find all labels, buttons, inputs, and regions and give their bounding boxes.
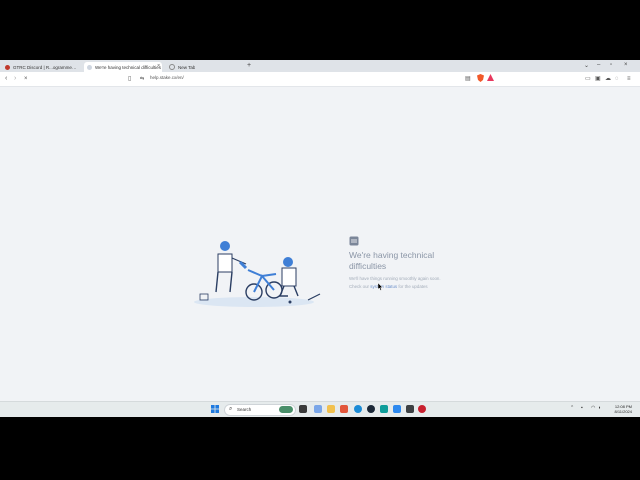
- browser-toolbar: ‹ › × ▯ ⇆ help.stake.cx/en/ ▤ ▭ ▣ ☁ ◌ ≡: [0, 72, 640, 87]
- mouse-cursor-icon: [377, 283, 383, 291]
- forward-icon[interactable]: ›: [14, 74, 16, 84]
- close-window-icon[interactable]: ×: [624, 62, 628, 68]
- stop-icon[interactable]: ×: [24, 74, 28, 84]
- wallet-icon[interactable]: ▣: [595, 74, 601, 84]
- status-prefix: Check our: [349, 284, 370, 289]
- maximize-icon[interactable]: ▫: [610, 62, 612, 68]
- new-tab-favicon-icon: [169, 64, 175, 70]
- screen: GTRC Discord | R...ogrammed | Coursera W…: [0, 60, 640, 417]
- system-status-link[interactable]: system status: [370, 284, 397, 289]
- tab-label: We're having technical difficulties: [95, 64, 161, 70]
- bike-repair-illustration: [194, 241, 321, 307]
- tab-label: GTRC Discord | R...ogrammed | Coursera: [13, 64, 78, 70]
- search-label: Search: [237, 407, 252, 412]
- tab-coursera[interactable]: GTRC Discord | R...ogrammed | Coursera: [2, 62, 78, 72]
- tab-strip: GTRC Discord | R...ogrammed | Coursera W…: [0, 60, 640, 72]
- tab-new-tab[interactable]: New Tab: [166, 62, 242, 72]
- reader-icon[interactable]: ▤: [465, 74, 471, 84]
- task-view-icon[interactable]: [299, 405, 307, 413]
- edge-icon[interactable]: [354, 405, 362, 413]
- volume-icon[interactable]: ◗: [598, 405, 601, 411]
- red-app-icon[interactable]: [418, 405, 426, 413]
- close-tab-icon[interactable]: ×: [157, 63, 160, 69]
- page-subtext: We'll have things running smoothly again…: [349, 276, 441, 281]
- terminal-icon[interactable]: [406, 405, 414, 413]
- minimize-icon[interactable]: –: [597, 62, 600, 68]
- taskbar-clock[interactable]: 12:08 PM 8/11/2024: [604, 404, 633, 414]
- page-content: We're having technical difficulties We'l…: [0, 87, 640, 401]
- new-tab-button[interactable]: +: [247, 62, 251, 69]
- page-heading: We're having technical difficulties: [349, 250, 435, 271]
- copilot-icon[interactable]: [314, 405, 322, 413]
- sidebar-icon[interactable]: ▭: [585, 74, 591, 84]
- url-text[interactable]: help.stake.cx/en/: [150, 75, 184, 80]
- tray-chevron-icon[interactable]: ⌃: [570, 405, 574, 411]
- back-icon[interactable]: ‹: [5, 74, 7, 84]
- coursera-favicon-icon: [5, 64, 10, 70]
- tab-technical-difficulties[interactable]: We're having technical difficulties ×: [84, 62, 162, 72]
- clock-date: 8/11/2024: [614, 409, 633, 414]
- search-highlight-icon: [279, 406, 293, 413]
- site-info-icon[interactable]: ⇆: [140, 74, 144, 84]
- store-icon[interactable]: [393, 405, 401, 413]
- windows-taskbar: ⌕ Search ⌃ ▪ ◠ ◗ 12:08 PM 8/11/2024: [0, 401, 640, 417]
- menu-icon[interactable]: ≡: [627, 74, 631, 84]
- tray-app-icon[interactable]: ▪: [581, 405, 583, 411]
- file-explorer-icon[interactable]: [327, 405, 335, 413]
- tab-label: New Tab: [178, 64, 196, 70]
- rewards-icon[interactable]: [487, 74, 494, 85]
- search-icon: ⌕: [229, 406, 233, 412]
- status-line: Check our system status for the updates: [349, 284, 428, 289]
- brave-shield-icon[interactable]: [477, 74, 484, 86]
- brave-taskbar-icon[interactable]: [340, 405, 348, 413]
- status-suffix: for the updates: [398, 284, 428, 289]
- tab-search-chevron-icon[interactable]: ⌄: [584, 62, 589, 69]
- windows-start-icon[interactable]: [211, 405, 219, 413]
- wifi-icon[interactable]: ◠: [591, 405, 595, 411]
- address-bar[interactable]: ⇆ help.stake.cx/en/: [128, 74, 498, 83]
- page-favicon-icon: [87, 64, 92, 70]
- taskbar-search[interactable]: ⌕ Search: [224, 404, 296, 416]
- app-icon[interactable]: [380, 405, 388, 413]
- leo-icon[interactable]: ◌: [615, 74, 619, 84]
- status-page-icon: [349, 236, 359, 246]
- vpn-icon[interactable]: ☁: [605, 74, 611, 84]
- steam-icon[interactable]: [367, 405, 375, 413]
